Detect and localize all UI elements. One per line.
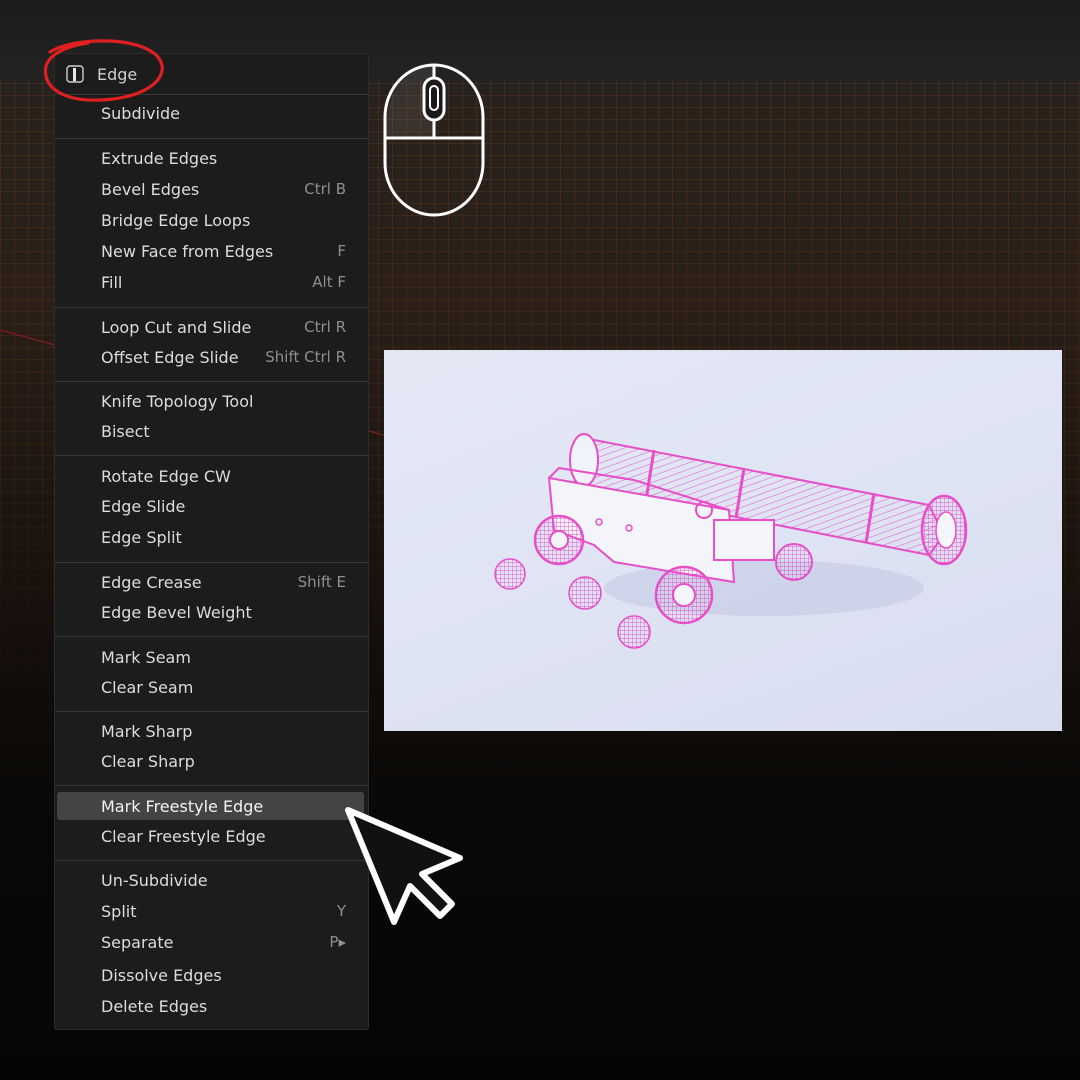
menu-item-label: Offset Edge Slide [101, 347, 239, 367]
menu-item-label: Un-Subdivide [101, 870, 208, 890]
menu-item-label: Subdivide [101, 103, 180, 123]
menu-item-extrude-edges[interactable]: Extrude Edges [57, 144, 364, 172]
menu-item-bisect[interactable]: Bisect [57, 417, 364, 445]
menu-item-shortcut: Ctrl R [304, 318, 346, 336]
menu-item-label: Bridge Edge Loops [101, 210, 251, 230]
edge-context-menu: Edge Subdivide Extrude Edges Bevel Edges Ct… [54, 53, 369, 1030]
menu-item-edge-bevel-weight[interactable]: Edge Bevel Weight [57, 598, 364, 626]
menu-item-label: Bisect [101, 421, 150, 441]
menu-separator [55, 138, 368, 139]
menu-item-shortcut: F [337, 242, 346, 260]
menu-item-clear-freestyle-edge[interactable]: Clear Freestyle Edge [57, 822, 364, 850]
menu-item-label: Split [101, 901, 137, 921]
menu-item-label: Delete Edges [101, 996, 208, 1016]
menu-item-mark-seam[interactable]: Mark Seam [57, 643, 364, 671]
menu-item-rotate-edge-cw[interactable]: Rotate Edge CW [57, 462, 364, 490]
cannon-render-preview [384, 350, 1062, 731]
menu-item-label: Edge Crease [101, 572, 202, 592]
menu-item-label: Separate [101, 932, 174, 952]
menu-item-label: Clear Seam [101, 677, 194, 697]
menu-separator [55, 381, 368, 382]
menu-item-label: Clear Sharp [101, 751, 195, 771]
menu-item-label: Rotate Edge CW [101, 466, 231, 486]
mouse-left-click-icon [383, 63, 485, 217]
menu-separator [55, 562, 368, 563]
menu-item-label: Mark Seam [101, 647, 191, 667]
menu-item-edge-crease[interactable]: Edge Crease Shift E [57, 568, 364, 596]
menu-separator [55, 860, 368, 861]
menu-item-label: Bevel Edges [101, 179, 200, 199]
menu-separator [55, 636, 368, 637]
menu-separator [55, 307, 368, 308]
menu-item-clear-seam[interactable]: Clear Seam [57, 673, 364, 701]
menu-item-loop-cut-and-slide[interactable]: Loop Cut and Slide Ctrl R [57, 313, 364, 341]
menu-item-new-face-from-edges[interactable]: New Face from Edges F [57, 237, 364, 265]
menu-item-split[interactable]: Split Y [57, 897, 364, 925]
menu-item-label: Mark Sharp [101, 721, 193, 741]
menu-header: Edge [55, 54, 368, 95]
menu-separator [55, 711, 368, 712]
menu-item-bevel-edges[interactable]: Bevel Edges Ctrl B [57, 175, 364, 203]
menu-item-shortcut: P▸ [329, 933, 346, 951]
menu-item-label: Edge Split [101, 527, 182, 547]
menu-item-label: New Face from Edges [101, 241, 274, 261]
menu-item-label: Mark Freestyle Edge [101, 796, 264, 816]
menu-item-offset-edge-slide[interactable]: Offset Edge Slide Shift Ctrl R [57, 343, 364, 371]
menu-item-fill[interactable]: Fill Alt F [57, 268, 364, 296]
menu-title: Edge [97, 64, 138, 84]
edge-mode-icon [66, 65, 84, 83]
menu-separator [55, 455, 368, 456]
menu-item-separate[interactable]: Separate P▸ [57, 928, 364, 956]
menu-item-mark-sharp[interactable]: Mark Sharp [57, 717, 364, 745]
menu-item-knife-topology-tool[interactable]: Knife Topology Tool [57, 387, 364, 415]
cannon-render [494, 433, 968, 649]
menu-item-label: Knife Topology Tool [101, 391, 254, 411]
menu-item-bridge-edge-loops[interactable]: Bridge Edge Loops [57, 206, 364, 234]
menu-item-shortcut: Shift E [297, 573, 346, 591]
menu-item-dissolve-edges[interactable]: Dissolve Edges [57, 961, 364, 989]
menu-item-label: Edge Bevel Weight [101, 602, 252, 622]
menu-item-edge-split[interactable]: Edge Split [57, 523, 364, 551]
menu-item-shortcut: Shift Ctrl R [265, 348, 346, 366]
menu-item-label: Fill [101, 272, 123, 292]
menu-item-edge-slide[interactable]: Edge Slide [57, 492, 364, 520]
menu-item-label: Loop Cut and Slide [101, 317, 252, 337]
menu-separator [55, 785, 368, 786]
menu-item-shortcut: Ctrl B [304, 180, 346, 198]
menu-item-delete-edges[interactable]: Delete Edges [57, 992, 364, 1020]
menu-item-shortcut: Alt F [312, 273, 346, 291]
menu-item-clear-sharp[interactable]: Clear Sharp [57, 747, 364, 775]
menu-item-label: Dissolve Edges [101, 965, 222, 985]
menu-item-subdivide[interactable]: Subdivide [57, 99, 364, 127]
menu-item-label: Extrude Edges [101, 148, 218, 168]
menu-item-label: Clear Freestyle Edge [101, 826, 266, 846]
menu-item-mark-freestyle-edge[interactable]: Mark Freestyle Edge [57, 792, 364, 820]
menu-item-label: Edge Slide [101, 496, 186, 516]
menu-item-un-subdivide[interactable]: Un-Subdivide [57, 866, 364, 894]
arrow-cursor-icon [345, 807, 463, 925]
